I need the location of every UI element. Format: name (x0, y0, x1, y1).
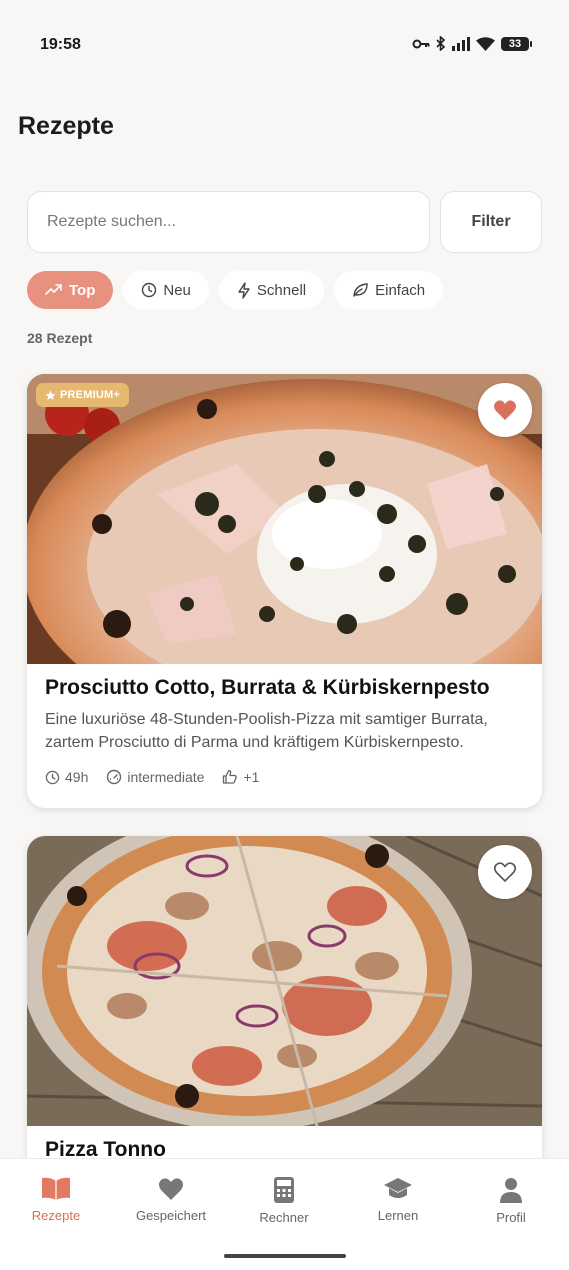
person-icon (500, 1178, 522, 1203)
premium-label: PREMIUM+ (60, 389, 120, 401)
nav-item-profil[interactable]: Profil (456, 1177, 566, 1225)
pizza-photo (27, 374, 542, 664)
heart-icon (159, 1178, 183, 1200)
premium-badge: PREMIUM+ (36, 383, 129, 407)
leaf-icon (353, 283, 368, 297)
meta-time: 49h (45, 769, 88, 785)
star-icon (45, 390, 56, 400)
nav-item-rezepte[interactable]: Rezepte (1, 1177, 111, 1223)
wifi-icon (476, 36, 495, 51)
status-icons: 33 (412, 36, 532, 51)
nav-label: Rezepte (31, 1208, 81, 1223)
chip-label: Schnell (256, 281, 307, 299)
key-icon (412, 39, 430, 48)
status-time: 19:58 (40, 36, 81, 53)
recipe-image: PREMIUM+ (27, 374, 542, 664)
thumbs-up-icon (223, 769, 238, 784)
favorite-button[interactable] (478, 845, 532, 899)
signal-icon (452, 36, 470, 51)
recipe-description: Eine luxuriöse 48-Stunden-Poolish-Pizza … (45, 711, 488, 751)
home-indicator[interactable] (224, 1254, 346, 1258)
heart-outline-icon (493, 862, 517, 882)
search-box[interactable] (27, 191, 430, 253)
chip-label: Einfach (375, 281, 426, 299)
meta-difficulty-value: intermediate (127, 769, 205, 785)
chip-top[interactable]: Top (27, 271, 114, 309)
recipe-title: Prosciutto Cotto, Burrata & Kürbiskernpe… (45, 676, 490, 699)
chip-einfach[interactable]: Einfach (334, 271, 444, 309)
page-title: Rezepte (18, 112, 114, 140)
bluetooth-icon (436, 36, 446, 51)
search-input[interactable] (47, 213, 429, 231)
category-chips: Top Neu Schnell Einfach (27, 271, 444, 309)
clock-icon (45, 770, 60, 784)
calculator-icon (274, 1177, 294, 1203)
recipe-meta: 49h intermediate +1 (45, 769, 524, 785)
clock-icon (142, 282, 157, 298)
heart-filled-icon (494, 400, 516, 420)
graduation-cap-icon (384, 1178, 412, 1198)
nav-item-rechner[interactable]: Rechner (229, 1177, 339, 1225)
chip-schnell[interactable]: Schnell (218, 271, 325, 309)
trending-up-icon (45, 284, 62, 295)
nav-label: Lernen (377, 1208, 419, 1223)
chip-label: Neu (163, 281, 191, 299)
status-bar: 19:58 33 (0, 0, 569, 90)
book-icon (42, 1177, 70, 1200)
meta-likes-value: +1 (243, 769, 260, 785)
meta-likes: +1 (222, 769, 259, 785)
recipe-image (27, 836, 542, 1126)
battery-icon: 33 (501, 36, 532, 51)
nav-label: Rechner (259, 1210, 309, 1225)
meta-time-value: 49h (65, 769, 89, 785)
chip-neu[interactable]: Neu (123, 271, 209, 309)
pizza-photo (27, 836, 542, 1126)
battery-level: 33 (508, 37, 522, 50)
recipe-card[interactable]: PREMIUM+ Prosciutto Cotto, Burrata & Kür… (27, 374, 542, 808)
bolt-icon (238, 281, 250, 299)
nav-label: Gespeichert (135, 1208, 207, 1223)
chip-label: Top (69, 281, 96, 299)
gauge-icon (107, 769, 122, 785)
nav-label: Profil (496, 1210, 526, 1225)
nav-item-gespeichert[interactable]: Gespeichert (116, 1177, 226, 1223)
filter-button[interactable]: Filter (440, 191, 542, 253)
meta-difficulty: intermediate (106, 769, 204, 785)
recipe-count: 28 Rezept (27, 330, 93, 346)
favorite-button[interactable] (478, 383, 532, 437)
nav-item-lernen[interactable]: Lernen (343, 1177, 453, 1223)
